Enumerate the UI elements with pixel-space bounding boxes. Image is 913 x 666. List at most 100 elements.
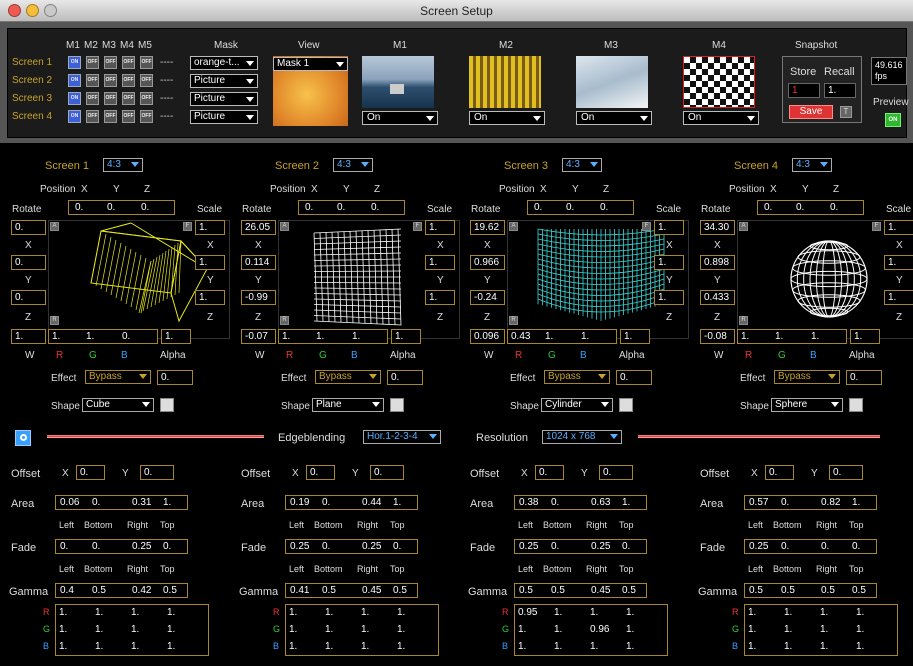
- rotate-x-field[interactable]: 0.: [11, 255, 46, 270]
- fade-fields[interactable]: 0.25 0. 0.25 0.: [514, 539, 647, 554]
- screen-1-media-4-toggle[interactable]: OFF: [122, 56, 135, 69]
- rgb-cell[interactable]: 1.: [820, 607, 828, 618]
- position-z-value[interactable]: 0.: [371, 202, 379, 213]
- gamma-fields[interactable]: 0.5 0.5 0.5 0.5: [744, 583, 877, 598]
- area-top-value[interactable]: 1.: [163, 497, 171, 508]
- gamma-top-value[interactable]: 0.5: [393, 585, 407, 596]
- color-r-value[interactable]: 1.: [282, 331, 290, 342]
- media-2-state-select[interactable]: On: [469, 111, 545, 125]
- area-bottom-value[interactable]: 0.: [781, 497, 789, 508]
- rgb-cell[interactable]: 1.: [784, 641, 792, 652]
- fade-top-value[interactable]: 0.: [393, 541, 401, 552]
- area-left-value[interactable]: 0.06: [60, 497, 79, 508]
- shape-select[interactable]: Plane: [312, 398, 384, 412]
- area-fields[interactable]: 0.06 0. 0.31 1.: [55, 495, 188, 510]
- preview-r-tag[interactable]: R: [280, 316, 289, 325]
- color-fields[interactable]: 1. 1. 0.: [48, 329, 158, 344]
- rgb-cell[interactable]: 1.: [397, 641, 405, 652]
- color-b-value[interactable]: 0.: [122, 331, 130, 342]
- aspect-select[interactable]: 4:3: [333, 158, 373, 172]
- preview-f-tag[interactable]: F: [872, 222, 881, 231]
- rgb-cell[interactable]: 1.: [554, 607, 562, 618]
- screen-3-mask-select[interactable]: Picture: [190, 92, 258, 106]
- fade-left-value[interactable]: 0.25: [749, 541, 768, 552]
- position-y-value[interactable]: 0.: [796, 202, 804, 213]
- rotate-x-field[interactable]: 0.898: [700, 255, 735, 270]
- alpha-field[interactable]: 1.: [620, 329, 650, 344]
- effect-select[interactable]: Bypass: [544, 370, 610, 384]
- area-bottom-value[interactable]: 0.: [92, 497, 100, 508]
- position-fields[interactable]: 0. 0. 0.: [298, 200, 405, 215]
- rotate-y-field[interactable]: -0.24: [470, 290, 505, 305]
- alpha-field[interactable]: 1.: [391, 329, 421, 344]
- position-z-value[interactable]: 0.: [830, 202, 838, 213]
- gamma-fields[interactable]: 0.41 0.5 0.45 0.5: [285, 583, 418, 598]
- scale-y-field[interactable]: 1.: [425, 255, 455, 270]
- snapshot-store-value[interactable]: 1: [788, 83, 820, 98]
- rgb-matrix[interactable]: 1. 1. 1. 1. 1. 1. 1. 1. 1. 1. 1. 1.: [285, 604, 439, 656]
- shape-settings-icon[interactable]: [619, 398, 633, 412]
- rgb-cell[interactable]: 1.: [856, 624, 864, 635]
- edgeblending-select[interactable]: Hor.1-2-3-4: [363, 430, 441, 444]
- rotate-z-field[interactable]: -0.07: [241, 329, 276, 344]
- rotate-angle-field[interactable]: 34.30: [700, 220, 735, 235]
- rgb-cell[interactable]: 1.: [289, 641, 297, 652]
- rgb-cell[interactable]: 1.: [325, 624, 333, 635]
- position-fields[interactable]: 0. 0. 0.: [527, 200, 634, 215]
- fade-fields[interactable]: 0.25 0. 0.25 0.: [285, 539, 418, 554]
- screen-1-media-5-toggle[interactable]: OFF: [140, 56, 153, 69]
- color-fields[interactable]: 1. 1. 1.: [737, 329, 847, 344]
- screen-1-media-2-toggle[interactable]: OFF: [86, 56, 99, 69]
- preview-r-tag[interactable]: R: [50, 316, 59, 325]
- scale-y-field[interactable]: 1.: [654, 255, 684, 270]
- rgb-cell[interactable]: 1.: [361, 641, 369, 652]
- area-fields[interactable]: 0.19 0. 0.44 1.: [285, 495, 418, 510]
- color-b-value[interactable]: 1.: [581, 331, 589, 342]
- area-bottom-value[interactable]: 0.: [322, 497, 330, 508]
- screen-1-media-3-toggle[interactable]: OFF: [104, 56, 117, 69]
- rgb-cell[interactable]: 1.: [820, 624, 828, 635]
- position-y-value[interactable]: 0.: [337, 202, 345, 213]
- preview-f-tag[interactable]: F: [183, 222, 192, 231]
- screen-2-media-4-toggle[interactable]: OFF: [122, 74, 135, 87]
- rgb-cell[interactable]: 1.: [397, 607, 405, 618]
- screen-2-media-1-toggle[interactable]: ON: [68, 74, 81, 87]
- shape-select[interactable]: Sphere: [771, 398, 843, 412]
- effect-value-field[interactable]: 0.: [616, 370, 652, 385]
- rgb-cell[interactable]: 1.: [626, 624, 634, 635]
- fade-left-value[interactable]: 0.: [60, 541, 68, 552]
- resolution-select[interactable]: 1024 x 768: [542, 430, 622, 444]
- snapshot-save-button[interactable]: Save: [789, 105, 833, 119]
- gamma-bottom-value[interactable]: 0.5: [92, 585, 106, 596]
- screen-2-media-3-toggle[interactable]: OFF: [104, 74, 117, 87]
- position-z-value[interactable]: 0.: [141, 202, 149, 213]
- fade-right-value[interactable]: 0.25: [362, 541, 381, 552]
- color-fields[interactable]: 0.43 1. 1.: [507, 329, 617, 344]
- effect-value-field[interactable]: 0.: [157, 370, 193, 385]
- rgb-matrix[interactable]: 1. 1. 1. 1. 1. 1. 1. 1. 1. 1. 1. 1.: [744, 604, 898, 656]
- area-bottom-value[interactable]: 0.: [551, 497, 559, 508]
- gamma-right-value[interactable]: 0.42: [132, 585, 151, 596]
- rgb-cell[interactable]: 0.95: [518, 607, 537, 618]
- rotate-angle-field[interactable]: 19.62: [470, 220, 505, 235]
- alpha-field[interactable]: 1.: [850, 329, 880, 344]
- fade-top-value[interactable]: 0.: [852, 541, 860, 552]
- rotate-x-field[interactable]: 0.114: [241, 255, 276, 270]
- alpha-field[interactable]: 1.: [161, 329, 191, 344]
- shape-select[interactable]: Cylinder: [541, 398, 613, 412]
- screen-4-media-2-toggle[interactable]: OFF: [86, 110, 99, 123]
- gamma-left-value[interactable]: 0.4: [60, 585, 74, 596]
- gamma-right-value[interactable]: 0.45: [362, 585, 381, 596]
- rgb-cell[interactable]: 1.: [626, 641, 634, 652]
- rgb-cell[interactable]: 1.: [518, 624, 526, 635]
- position-x-value[interactable]: 0.: [534, 202, 542, 213]
- fade-left-value[interactable]: 0.25: [290, 541, 309, 552]
- rgb-cell[interactable]: 1.: [748, 607, 756, 618]
- fade-top-value[interactable]: 0.: [163, 541, 171, 552]
- rotate-x-field[interactable]: 0.966: [470, 255, 505, 270]
- color-fields[interactable]: 1. 1. 1.: [278, 329, 388, 344]
- fade-bottom-value[interactable]: 0.: [322, 541, 330, 552]
- screen-4-media-1-toggle[interactable]: ON: [68, 110, 81, 123]
- rgb-cell[interactable]: 1.: [289, 624, 297, 635]
- preview-a-tag[interactable]: A: [509, 222, 518, 231]
